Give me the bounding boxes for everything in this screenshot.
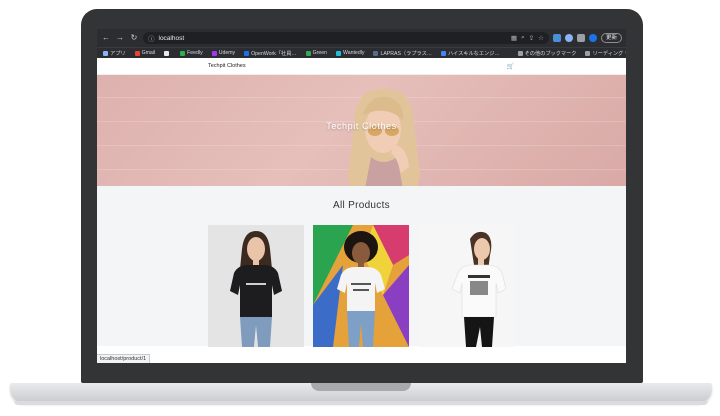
bookmark-label: Wantedly [343, 50, 365, 56]
bookmark-favicon-icon [373, 50, 379, 56]
zoom-icon[interactable]: ⌕ [521, 34, 525, 42]
bookmark-item[interactable]: Wantedly [336, 50, 364, 56]
address-bar-url[interactable]: localhost [159, 35, 507, 42]
bookmark-label: ハイスキルなエンジ… [447, 50, 500, 57]
folder-icon [585, 50, 591, 56]
bookmark-item[interactable]: ハイスキルなエンジ… [440, 50, 500, 57]
bookmark-label: OpenWork「社員… [251, 50, 297, 57]
extension-icon[interactable] [564, 34, 573, 42]
bookmark-item[interactable]: Gmail [134, 50, 156, 56]
folder-icon [517, 50, 523, 56]
cart-icon[interactable]: 🛒 [507, 63, 514, 70]
status-bar-url: localhost/product/1 [97, 354, 151, 363]
bookmark-label: その他のブックマーク [524, 50, 577, 57]
bookmark-favicon-icon [305, 50, 311, 56]
bookmark-folder[interactable]: その他のブックマーク [517, 50, 577, 57]
avatar[interactable] [588, 34, 597, 42]
extension-icon[interactable] [552, 34, 561, 42]
bookmark-label: リーディング リスト [592, 50, 626, 57]
bookmark-favicon-icon [211, 50, 217, 56]
bookmark-favicon-icon [180, 50, 186, 56]
bookmark-favicon-icon [134, 50, 140, 56]
bookmark-favicon-icon [244, 50, 250, 56]
product-image[interactable] [208, 225, 304, 347]
bookmark-item[interactable]: OpenWork「社員… [244, 50, 297, 57]
bookmark-item[interactable]: アプリ [103, 50, 126, 57]
qr-icon[interactable]: ▦ [511, 34, 517, 42]
hero-model-image [348, 89, 420, 186]
bookmark-star-icon[interactable]: ☆ [538, 34, 544, 42]
bookmark-item[interactable]: LAPRAS（ラプラス… [373, 50, 432, 57]
browser-toolbar: ← → ↻ ⓘ localhost ▦ ⌕ ⇪ ☆ 更新 [97, 29, 626, 47]
bookmark-folder[interactable]: リーディング リスト [585, 50, 626, 57]
product-card[interactable] [208, 225, 304, 347]
reload-icon[interactable]: ↻ [129, 29, 139, 47]
laptop-notch [311, 383, 411, 391]
laptop-feet [14, 401, 708, 405]
product-image[interactable] [313, 225, 409, 347]
back-icon[interactable]: ← [101, 29, 111, 47]
bookmark-item[interactable]: Feedly [180, 50, 203, 56]
forward-icon[interactable]: → [115, 29, 125, 47]
hero-title: Techpit Clothes [326, 121, 397, 131]
product-image[interactable] [418, 225, 514, 347]
products-section: All Products [97, 186, 626, 347]
bookmark-label: アプリ [110, 50, 126, 57]
bookmark-favicon-icon [336, 50, 342, 56]
bookmark-favicon-icon [164, 50, 170, 56]
bookmark-label: Udemy [218, 50, 236, 56]
info-icon[interactable]: ⓘ [148, 33, 155, 43]
laptop-screen: ← → ↻ ⓘ localhost ▦ ⌕ ⇪ ☆ 更新 アプリ Gmail Fee… [97, 29, 626, 363]
bookmark-item[interactable]: Udemy [211, 50, 236, 56]
site-brand-link[interactable]: Techpit Clothes [208, 63, 246, 69]
bookmark-label: Gmail [141, 50, 156, 56]
share-icon[interactable]: ⇪ [529, 34, 534, 42]
product-card[interactable] [313, 225, 409, 347]
site-navbar: Techpit Clothes 🛒 [97, 58, 626, 75]
address-bar[interactable]: ⓘ localhost ▦ ⌕ ⇪ ☆ [143, 32, 549, 44]
bookmark-item[interactable] [164, 50, 171, 56]
hero-banner: Techpit Clothes [97, 75, 626, 186]
bookmark-label: Green [312, 50, 328, 56]
section-title: All Products [333, 200, 390, 211]
bookmarks-bar: アプリ Gmail Feedly Udemy OpenWork「社員… Green Want… [97, 47, 626, 58]
product-card[interactable] [418, 225, 514, 347]
bookmark-favicon-icon [440, 50, 446, 56]
bookmark-label: LAPRAS（ラプラス… [380, 50, 432, 57]
bookmark-item[interactable]: Green [305, 50, 328, 56]
bookmark-favicon-icon [103, 50, 108, 56]
bookmark-label: Feedly [187, 50, 203, 56]
update-button[interactable]: 更新 [600, 33, 622, 43]
puzzle-icon[interactable] [576, 34, 585, 42]
